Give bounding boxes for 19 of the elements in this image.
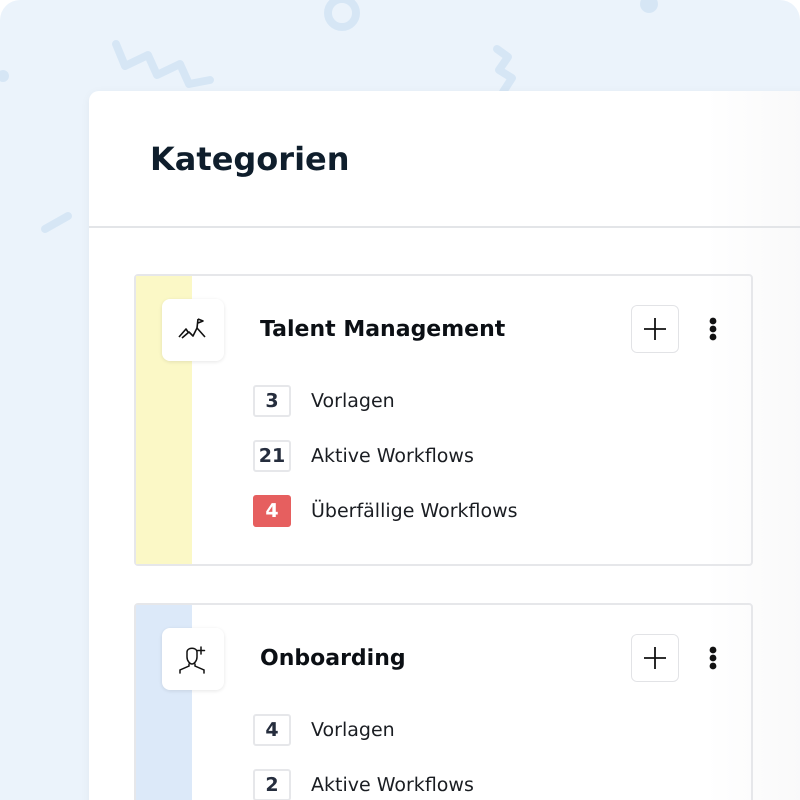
add-button[interactable]: [631, 634, 679, 682]
count-badge: 4: [253, 714, 291, 746]
stat-label: Vorlagen: [311, 719, 395, 741]
add-button[interactable]: [631, 305, 679, 353]
category-name: Onboarding: [260, 646, 407, 670]
plus-icon: [644, 647, 666, 669]
page-title: Kategorien: [150, 140, 350, 178]
stat-label: Aktive Workflows: [311, 774, 474, 796]
count-badge: 4: [253, 495, 291, 527]
category-name: Talent Management: [260, 316, 506, 342]
kebab-menu-icon: [709, 646, 717, 670]
stat-label: Aktive Workflows: [311, 445, 474, 467]
count-badge: 2: [253, 769, 291, 800]
kebab-menu-icon: [709, 317, 717, 341]
count-badge: 21: [253, 440, 291, 472]
stat-label: Vorlagen: [311, 390, 395, 412]
count-badge: 3: [253, 385, 291, 417]
stat-label: Überfällige Workflows: [311, 500, 518, 522]
plus-icon: [644, 318, 666, 340]
